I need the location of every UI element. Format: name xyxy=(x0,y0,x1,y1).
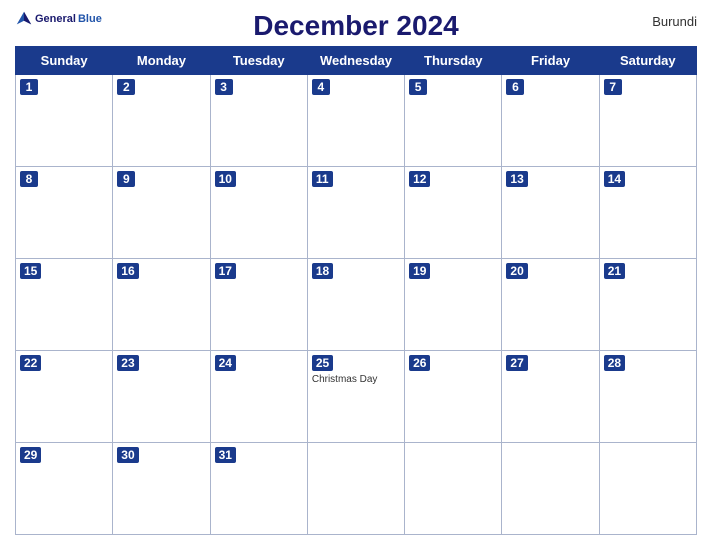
day-number: 24 xyxy=(215,355,236,371)
calendar-day-cell: 2 xyxy=(113,75,210,167)
day-number: 18 xyxy=(312,263,333,279)
calendar-day-cell: 3 xyxy=(210,75,307,167)
day-number: 19 xyxy=(409,263,430,279)
day-number: 27 xyxy=(506,355,527,371)
calendar-day-cell xyxy=(599,443,696,535)
day-number: 1 xyxy=(20,79,38,95)
calendar-day-cell: 30 xyxy=(113,443,210,535)
country-label: Burundi xyxy=(607,10,697,29)
calendar-day-cell: 8 xyxy=(16,167,113,259)
calendar-day-cell: 19 xyxy=(405,259,502,351)
logo-text: General Blue xyxy=(15,10,102,28)
day-of-week-header: Saturday xyxy=(599,47,696,75)
calendar-day-cell: 11 xyxy=(307,167,404,259)
header-row: General Blue December 2024 Burundi xyxy=(15,10,697,42)
day-number: 16 xyxy=(117,263,138,279)
calendar-day-cell xyxy=(405,443,502,535)
logo-general: General xyxy=(35,13,76,25)
day-number: 5 xyxy=(409,79,427,95)
day-number: 8 xyxy=(20,171,38,187)
calendar-day-cell: 16 xyxy=(113,259,210,351)
calendar-day-cell: 31 xyxy=(210,443,307,535)
day-number: 4 xyxy=(312,79,330,95)
day-number: 29 xyxy=(20,447,41,463)
day-number: 13 xyxy=(506,171,527,187)
days-of-week-row: SundayMondayTuesdayWednesdayThursdayFrid… xyxy=(16,47,697,75)
day-number: 21 xyxy=(604,263,625,279)
calendar-header: SundayMondayTuesdayWednesdayThursdayFrid… xyxy=(16,47,697,75)
calendar-day-cell: 1 xyxy=(16,75,113,167)
calendar-week-row: 22 23 24 25 Christmas Day 26 27 28 xyxy=(16,351,697,443)
day-number: 25 xyxy=(312,355,333,371)
calendar-day-cell xyxy=(502,443,599,535)
day-number: 6 xyxy=(506,79,524,95)
day-number: 2 xyxy=(117,79,135,95)
day-of-week-header: Thursday xyxy=(405,47,502,75)
calendar-week-row: 15 16 17 18 19 20 21 xyxy=(16,259,697,351)
day-number: 10 xyxy=(215,171,236,187)
calendar-week-row: 8 9 10 11 12 13 14 xyxy=(16,167,697,259)
day-number: 15 xyxy=(20,263,41,279)
calendar-day-cell xyxy=(307,443,404,535)
day-number: 22 xyxy=(20,355,41,371)
calendar-day-cell: 14 xyxy=(599,167,696,259)
day-number: 17 xyxy=(215,263,236,279)
logo-area: General Blue xyxy=(15,10,105,28)
day-of-week-header: Monday xyxy=(113,47,210,75)
calendar-day-cell: 13 xyxy=(502,167,599,259)
calendar-title: December 2024 xyxy=(105,10,607,42)
day-of-week-header: Friday xyxy=(502,47,599,75)
calendar-wrapper: General Blue December 2024 Burundi Sunda… xyxy=(0,0,712,550)
calendar-day-cell: 20 xyxy=(502,259,599,351)
calendar-table: SundayMondayTuesdayWednesdayThursdayFrid… xyxy=(15,46,697,535)
calendar-day-cell: 10 xyxy=(210,167,307,259)
calendar-day-cell: 18 xyxy=(307,259,404,351)
day-of-week-header: Tuesday xyxy=(210,47,307,75)
day-number: 23 xyxy=(117,355,138,371)
calendar-day-cell: 4 xyxy=(307,75,404,167)
day-number: 31 xyxy=(215,447,236,463)
logo-bird-icon xyxy=(15,10,33,28)
day-number: 30 xyxy=(117,447,138,463)
calendar-day-cell: 17 xyxy=(210,259,307,351)
day-number: 9 xyxy=(117,171,135,187)
calendar-week-row: 29 30 31 xyxy=(16,443,697,535)
day-number: 20 xyxy=(506,263,527,279)
calendar-day-cell: 22 xyxy=(16,351,113,443)
calendar-day-cell: 25 Christmas Day xyxy=(307,351,404,443)
calendar-day-cell: 15 xyxy=(16,259,113,351)
day-number: 26 xyxy=(409,355,430,371)
calendar-day-cell: 24 xyxy=(210,351,307,443)
calendar-day-cell: 7 xyxy=(599,75,696,167)
calendar-day-cell: 27 xyxy=(502,351,599,443)
calendar-day-cell: 9 xyxy=(113,167,210,259)
calendar-day-cell: 6 xyxy=(502,75,599,167)
calendar-week-row: 1 2 3 4 5 6 7 xyxy=(16,75,697,167)
calendar-day-cell: 12 xyxy=(405,167,502,259)
day-of-week-header: Sunday xyxy=(16,47,113,75)
logo-blue: Blue xyxy=(78,13,102,25)
calendar-day-cell: 26 xyxy=(405,351,502,443)
calendar-day-cell: 5 xyxy=(405,75,502,167)
month-title: December 2024 xyxy=(105,10,607,42)
calendar-body: 1234567891011121314151617181920212223242… xyxy=(16,75,697,535)
day-number: 28 xyxy=(604,355,625,371)
day-number: 3 xyxy=(215,79,233,95)
calendar-day-cell: 21 xyxy=(599,259,696,351)
calendar-day-cell: 23 xyxy=(113,351,210,443)
day-of-week-header: Wednesday xyxy=(307,47,404,75)
day-number: 12 xyxy=(409,171,430,187)
event-label: Christmas Day xyxy=(312,374,400,385)
calendar-day-cell: 28 xyxy=(599,351,696,443)
calendar-day-cell: 29 xyxy=(16,443,113,535)
day-number: 14 xyxy=(604,171,625,187)
day-number: 7 xyxy=(604,79,622,95)
day-number: 11 xyxy=(312,171,333,187)
